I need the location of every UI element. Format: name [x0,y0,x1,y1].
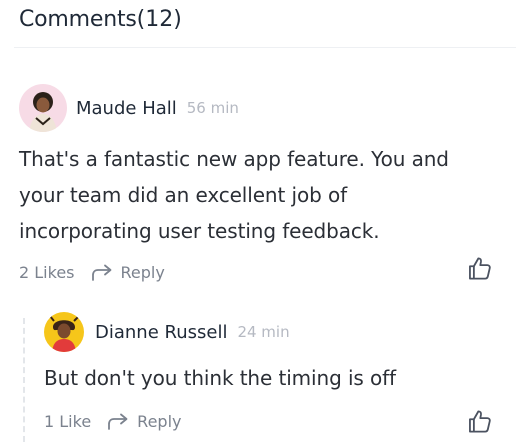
reply-label: Reply [137,412,182,431]
comment-body-line: But don't you think the timing is off [44,366,396,390]
comments-count: (12) [136,6,182,32]
reply-arrow-icon [91,264,113,282]
comment-author[interactable]: Maude Hall [76,98,177,119]
comment-actions: 2 Likes Reply [19,263,509,282]
thumbs-up-icon [469,257,491,280]
comment-author-row: Maude Hall 56 min [19,84,509,132]
avatar[interactable] [19,84,67,132]
reply-button[interactable]: Reply [107,412,181,431]
comment-body-line: your team did an excellent job of [19,183,348,207]
likes-count[interactable]: 1 Like [44,412,91,431]
reply-label: Reply [120,263,165,282]
comment-actions: 1 Like Reply [44,412,509,431]
likes-count[interactable]: 2 Likes [19,263,75,282]
like-button[interactable] [466,408,493,435]
comment-author-row: Dianne Russell 24 min [44,312,509,352]
comment-body-line: incorporating user testing feedback. [19,219,380,243]
comment-body-line: That's a fantastic new app feature. You … [19,147,449,171]
comments-header: Comments (12) [19,2,182,36]
reply-button[interactable]: Reply [91,263,165,282]
comments-title: Comments [19,6,137,32]
comment-body: That's a fantastic new app feature. You … [19,141,509,249]
comment-item: Maude Hall 56 min That's a fantastic new… [19,84,509,282]
comment-time: 24 min [237,323,290,341]
comment-time: 56 min [186,99,239,117]
header-divider [14,47,516,48]
reply-comment-item: Dianne Russell 24 min But don't you thin… [44,312,509,431]
avatar[interactable] [44,312,84,352]
comment-author[interactable]: Dianne Russell [95,322,227,343]
avatar-portrait-icon [29,92,57,132]
like-button[interactable] [466,255,493,282]
thread-line [23,318,25,442]
comments-panel: Comments (12) Maude Hall 56 min That's a… [0,0,516,442]
reply-arrow-icon [107,413,129,431]
avatar-portrait-icon [49,315,79,352]
thumbs-up-icon [469,410,491,433]
comment-body: But don't you think the timing is off [44,360,509,396]
